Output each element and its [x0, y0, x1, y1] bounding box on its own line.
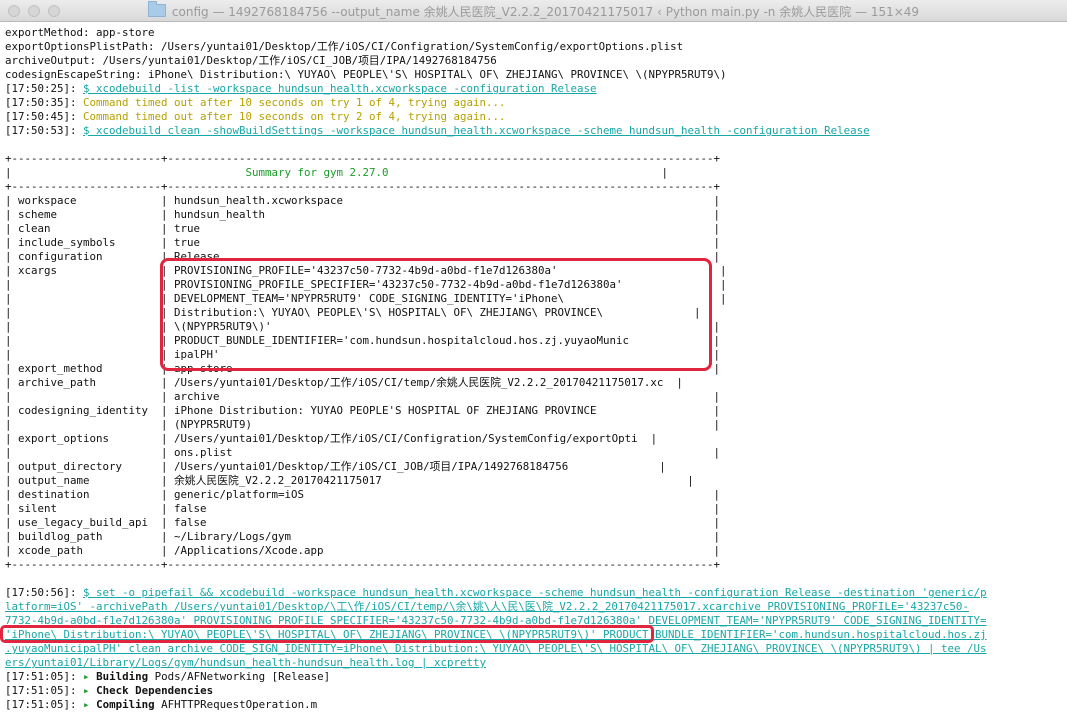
- build-step: [17:51:05]: ▸ Compiling AFHTTPRequestOpe…: [5, 698, 1067, 712]
- table-row: | export_options | /Users/yuntai01/Deskt…: [5, 432, 658, 445]
- table-row: | include_symbols | true |: [5, 236, 721, 249]
- table-border: +-----------------------+---------------…: [5, 180, 721, 193]
- table-row: | workspace | hundsun_health.xcworkspace…: [5, 194, 721, 207]
- terminal-window: config — 1492768184756 --output_name 余姚人…: [0, 0, 1067, 716]
- table-row: | | ons.plist |: [5, 446, 721, 459]
- command-continuation[interactable]: .yuyaoMunicipalPH' clean archive CODE_SI…: [5, 642, 1067, 656]
- table-row: | scheme | hundsun_health |: [5, 208, 721, 221]
- folder-icon: [147, 1, 166, 17]
- table-row: | silent | false |: [5, 502, 721, 515]
- table-border: +-----------------------+---------------…: [5, 558, 721, 571]
- command-text[interactable]: $ set -o pipefail && xcodebuild -workspa…: [83, 586, 987, 599]
- table-row: | output_name | 余姚人民医院_V2.2.2_2017042117…: [5, 474, 694, 487]
- timestamp: [17:51:05]:: [5, 670, 77, 683]
- warning-text: Command timed out after 10 seconds on tr…: [83, 96, 506, 109]
- table-row: | archive_path | /Users/yuntai01/Desktop…: [5, 376, 683, 389]
- timestamp: [17:50:53]:: [5, 124, 77, 137]
- table-row: | xcode_path | /Applications/Xcode.app |: [5, 544, 721, 557]
- build-detail: AFHTTPRequestOperation.m: [161, 698, 318, 711]
- table-row: | clean | true |: [5, 222, 721, 235]
- table-row: | codesigning_identity | iPhone Distribu…: [5, 404, 721, 417]
- command-text[interactable]: $ xcodebuild clean -showBuildSettings -w…: [83, 124, 870, 137]
- xcargs-highlight-box: [160, 258, 712, 371]
- table-border: +-----------------------+---------------…: [5, 152, 721, 165]
- table-row: | destination | generic/platform=iOS |: [5, 488, 721, 501]
- log-line: [17:50:45]: Command timed out after 10 s…: [5, 110, 1067, 124]
- timestamp: [17:51:05]:: [5, 684, 77, 697]
- build-action: Compiling: [96, 698, 155, 711]
- output-line: exportOptionsPlistPath: /Users/yuntai01/…: [5, 40, 684, 53]
- table-row: | buildlog_path | ~/Library/Logs/gym |: [5, 530, 721, 543]
- summary-title: Summary for gym 2.27.0: [245, 166, 389, 179]
- log-line: [17:50:56]: $ set -o pipefail && xcodebu…: [5, 586, 1067, 600]
- timestamp: [17:50:56]:: [5, 586, 77, 599]
- table-row: | use_legacy_build_api | false |: [5, 516, 721, 529]
- timestamp: [17:50:35]:: [5, 96, 77, 109]
- window-title-area: config — 1492768184756 --output_name 余姚人…: [0, 1, 1067, 20]
- title-bar[interactable]: config — 1492768184756 --output_name 余姚人…: [0, 0, 1067, 22]
- log-line: [17:50:35]: Command timed out after 10 s…: [5, 96, 1067, 110]
- timestamp: [17:50:25]:: [5, 82, 77, 95]
- warning-text: Command timed out after 10 seconds on tr…: [83, 110, 506, 123]
- table-row: | | (NPYPR5RUT9) |: [5, 418, 721, 431]
- build-detail: Pods/AFNetworking [Release]: [154, 670, 331, 683]
- arrow-icon: ▸: [83, 684, 90, 697]
- build-action: Building: [96, 670, 149, 683]
- log-line: [17:50:25]: $ xcodebuild -list -workspac…: [5, 82, 1067, 96]
- arrow-icon: ▸: [83, 698, 90, 711]
- command-continuation[interactable]: latform=iOS' -archivePath /Users/yuntai0…: [5, 600, 1067, 614]
- timestamp: [17:50:45]:: [5, 110, 77, 123]
- timestamp: [17:51:05]:: [5, 698, 77, 711]
- build-action: Check Dependencies: [96, 684, 214, 697]
- window-title: config — 1492768184756 --output_name 余姚人…: [171, 5, 920, 19]
- signing-identity-highlight-box: [0, 625, 654, 643]
- arrow-icon: ▸: [83, 670, 90, 683]
- output-line: codesignEscapeString: iPhone\ Distributi…: [5, 68, 727, 81]
- build-step: [17:51:05]: ▸ Check Dependencies: [5, 684, 1067, 698]
- table-title-row: | Summary for gym 2.27.0 |: [5, 166, 669, 179]
- table-row: | output_directory | /Users/yuntai01/Des…: [5, 460, 666, 473]
- table-row: | | archive |: [5, 390, 721, 403]
- command-continuation[interactable]: ers/yuntai01/Library/Logs/gym/hundsun_he…: [5, 656, 1067, 670]
- output-line: archiveOutput: /Users/yuntai01/Desktop/工…: [5, 54, 497, 67]
- build-step: [17:51:05]: ▸ Building Pods/AFNetworking…: [5, 670, 1067, 684]
- output-line: exportMethod: app-store: [5, 26, 155, 39]
- log-line: [17:50:53]: $ xcodebuild clean -showBuil…: [5, 124, 1067, 138]
- command-text[interactable]: $ xcodebuild -list -workspace hundsun_he…: [83, 82, 597, 95]
